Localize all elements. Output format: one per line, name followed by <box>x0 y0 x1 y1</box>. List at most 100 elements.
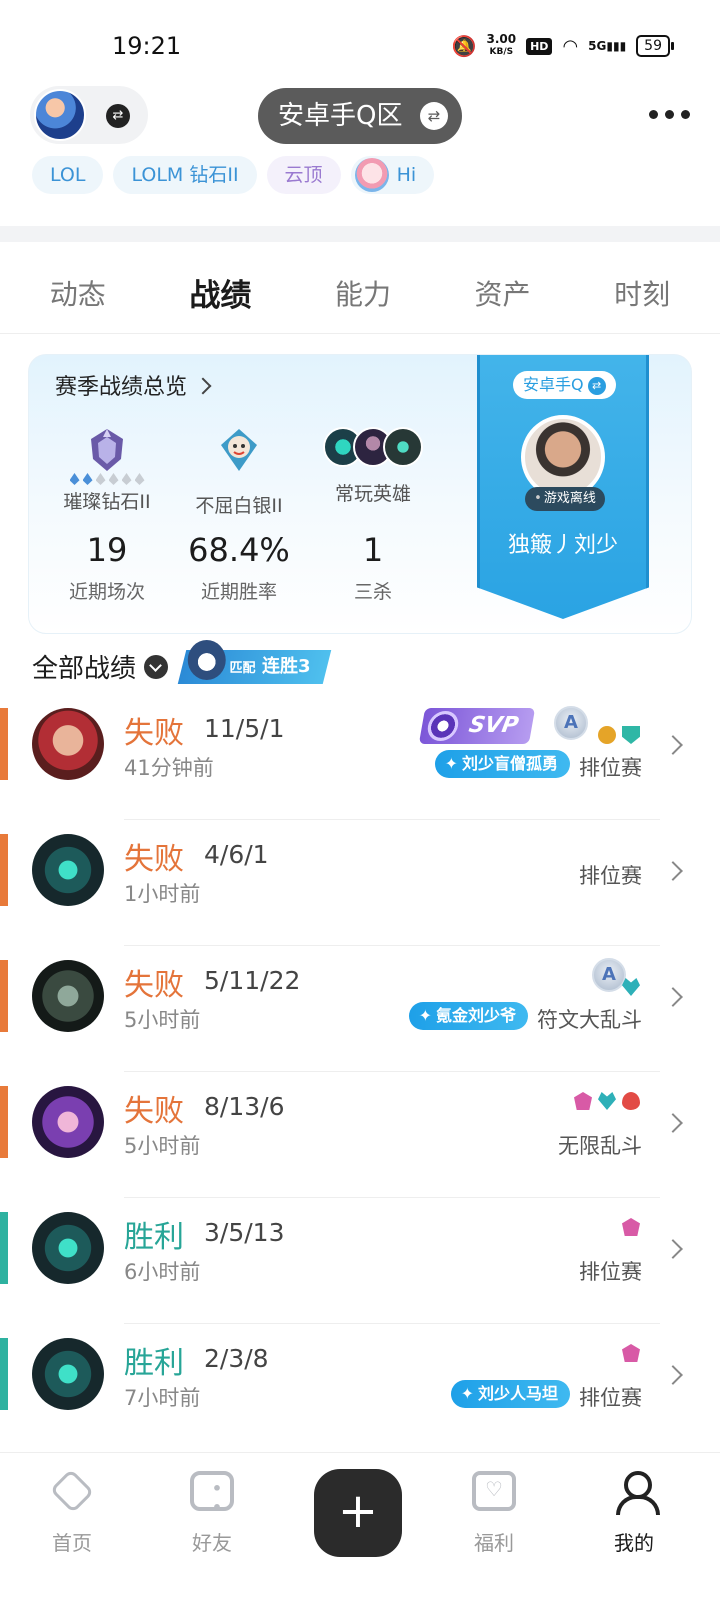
result-accent <box>0 1338 8 1410</box>
match-row[interactable]: 胜利 3/5/13 6小时前 排位赛 <box>0 1198 720 1324</box>
tag-lolm[interactable]: LOLM 钻石II <box>113 156 257 194</box>
season-summary-card[interactable]: 赛季战绩总览 璀璨钻石II 不屈白银II 常玩英雄 19 近期场次 68.4% … <box>28 354 692 634</box>
add-button[interactable]: + <box>314 1469 402 1557</box>
match-result: 失败 <box>124 842 184 877</box>
hero-avatar <box>32 1212 104 1284</box>
recent-winrate: 68.4% <box>188 531 290 569</box>
status-bar: 19:21 🔕 3.00 KB/S HD ◠ 5G▮▮▮ 59 <box>0 0 720 78</box>
hero-avatar <box>32 1338 104 1410</box>
match-kda: 5/11/22 <box>204 966 301 995</box>
match-result: 胜利 <box>124 1346 184 1381</box>
hd-icon: HD <box>526 37 553 55</box>
result-accent <box>0 960 8 1032</box>
rank-label: 璀璨钻石II <box>63 491 151 513</box>
match-row[interactable]: 失败 4/6/1 1小时前 排位赛 <box>0 820 720 946</box>
match-time: 6小时前 <box>124 1260 201 1284</box>
account-switcher[interactable]: ⇄ <box>30 86 148 144</box>
hero-avatar <box>383 427 423 467</box>
silver-rank-icon <box>221 429 257 471</box>
match-mode: 排位赛 <box>579 1386 642 1410</box>
platform-label: 安卓手Q <box>523 375 584 394</box>
recent-games-count: 19 <box>86 531 128 569</box>
section-divider <box>0 226 720 242</box>
tab-moments[interactable]: 时刻 <box>614 273 670 313</box>
tag-hi-label: Hi <box>396 164 417 186</box>
chevron-right-icon <box>663 1365 683 1385</box>
nav-profile[interactable]: 我的 <box>584 1471 684 1556</box>
profile-icon <box>612 1471 660 1515</box>
tag-hi[interactable]: Hi <box>350 156 435 194</box>
signal-icon: 5G▮▮▮ <box>588 39 627 53</box>
mascot-icon <box>354 158 389 192</box>
nav-label: 我的 <box>614 1531 654 1555</box>
match-time: 1小时前 <box>124 882 201 906</box>
tag-lol[interactable]: LOL <box>32 156 104 194</box>
streak-mode: 匹配 <box>229 660 256 676</box>
match-kda: 4/6/1 <box>204 840 269 869</box>
match-row[interactable]: 失败 11/5/1 41分钟前 SVP A 刘少盲僧孤勇 排位赛 <box>0 694 720 820</box>
recent-games-caption: 近期场次 <box>68 581 145 603</box>
match-mode: 排位赛 <box>579 864 642 888</box>
match-row[interactable]: 胜利 2/3/8 7小时前 刘少人马坦 排位赛 <box>0 1324 720 1450</box>
result-accent <box>0 1212 8 1284</box>
triple-kills: 1 <box>362 531 384 569</box>
player-name: 独簸丿刘少 <box>507 533 618 558</box>
frequent-heroes[interactable]: 常玩英雄 <box>305 427 441 506</box>
nav-home[interactable]: 首页 <box>22 1468 122 1556</box>
title-badge: 氪金刘少爷 <box>408 1002 528 1030</box>
more-icon[interactable] <box>649 110 690 119</box>
chevron-down-icon[interactable] <box>144 654 169 679</box>
match-icons <box>622 1344 640 1362</box>
region-label: 安卓手Q区 <box>278 101 403 131</box>
chevron-right-icon <box>663 1113 683 1133</box>
match-time: 41分钟前 <box>124 756 214 780</box>
match-row[interactable]: 失败 8/13/6 5小时前 无限乱斗 <box>0 1072 720 1198</box>
hero-avatar <box>32 960 104 1032</box>
player-banner[interactable]: 安卓手Q⇄ 游戏离线 独簸丿刘少 <box>477 355 649 619</box>
nav-rewards[interactable]: 福利 <box>444 1471 544 1556</box>
hero-avatar <box>32 708 104 780</box>
match-kda: 3/5/13 <box>204 1218 285 1247</box>
match-mode: 排位赛 <box>579 1260 642 1284</box>
season-summary-title[interactable]: 赛季战绩总览 <box>55 369 212 401</box>
avatar <box>34 89 86 141</box>
result-accent <box>0 1086 8 1158</box>
match-kda: 8/13/6 <box>204 1092 285 1121</box>
tab-assets[interactable]: 资产 <box>475 273 531 313</box>
tab-feed[interactable]: 动态 <box>50 273 106 313</box>
chevron-right-icon <box>663 987 683 1007</box>
mute-bell-icon: 🔕 <box>451 34 477 58</box>
tab-ability[interactable]: 能力 <box>335 273 391 313</box>
drop-icon <box>622 1092 640 1110</box>
match-result: 胜利 <box>124 1220 184 1255</box>
diamond-rank-icon <box>91 429 123 471</box>
hero-avatar <box>32 834 104 906</box>
result-accent <box>0 708 8 780</box>
tag-tft[interactable]: 云顶 <box>266 156 341 194</box>
match-icons <box>598 726 640 744</box>
tab-records[interactable]: 战绩 <box>189 270 251 315</box>
match-icons <box>574 1092 640 1110</box>
match-result: 失败 <box>124 1094 184 1129</box>
match-filter-label[interactable]: 全部战绩 <box>32 648 136 685</box>
rank-lol: 璀璨钻石II <box>39 427 175 514</box>
network-type: 5G <box>588 39 607 53</box>
swap-icon: ⇄ <box>106 104 130 128</box>
svp-badge: SVP <box>418 708 536 744</box>
match-icons <box>622 978 640 996</box>
gift-icon <box>472 1471 516 1511</box>
rank-pips <box>39 473 175 485</box>
triple-kills-caption: 三杀 <box>353 581 392 603</box>
nav-label: 好友 <box>192 1531 232 1555</box>
match-time: 5小时前 <box>124 1134 201 1158</box>
region-selector[interactable]: 安卓手Q区 ⇄ <box>258 88 462 144</box>
recent-winrate-caption: 近期胜率 <box>200 581 277 603</box>
grade-a-icon: A <box>554 706 588 740</box>
status-icons: 🔕 3.00 KB/S HD ◠ 5G▮▮▮ 59 <box>451 33 674 58</box>
chevron-right-icon <box>194 377 212 395</box>
title-badge: 刘少盲僧孤勇 <box>434 750 570 778</box>
home-icon <box>49 1468 95 1514</box>
match-row[interactable]: 失败 5/11/22 5小时前 A 氪金刘少爷 符文大乱斗 <box>0 946 720 1072</box>
platform-badge[interactable]: 安卓手Q ⇄ <box>513 371 616 399</box>
nav-friends[interactable]: 好友 <box>162 1471 262 1556</box>
